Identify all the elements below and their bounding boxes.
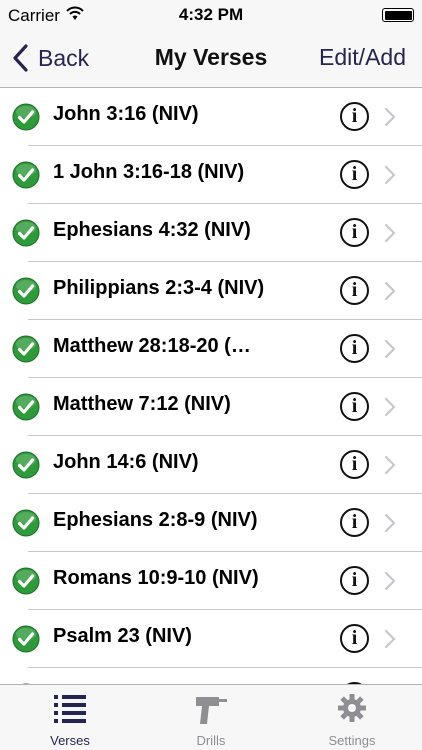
green-check-icon [12, 335, 40, 363]
drill-icon [196, 697, 227, 724]
verse-row[interactable]: John 3:16 (NIV) i [0, 88, 422, 146]
verse-row[interactable]: Romans 10:9-10 (NIV) i [0, 552, 422, 610]
battery-level [384, 10, 412, 20]
verse-row[interactable]: Philippians 2:3-4 (NIV) i [0, 262, 422, 320]
info-icon[interactable]: i [340, 392, 369, 421]
tab-settings[interactable]: Settings [282, 685, 422, 750]
verse-row[interactable]: i [0, 668, 422, 684]
verse-label: 1 John 3:16-18 (NIV) [53, 161, 245, 183]
green-check-icon [12, 509, 40, 537]
info-icon[interactable]: i [340, 276, 369, 305]
green-check-icon [12, 567, 40, 595]
info-icon[interactable]: i [340, 160, 369, 189]
back-button[interactable]: Back [12, 40, 89, 76]
verse-label: Matthew 7:12 (NIV) [53, 393, 231, 415]
chevron-right-icon [384, 397, 396, 417]
tab-verses-label: Verses [50, 733, 90, 748]
info-icon[interactable]: i [340, 624, 369, 653]
verse-row[interactable]: Matthew 28:18-20 (… i [0, 320, 422, 378]
info-icon[interactable]: i [340, 218, 369, 247]
verse-row[interactable]: John 14:6 (NIV) i [0, 436, 422, 494]
verse-row[interactable]: Ephesians 4:32 (NIV) i [0, 204, 422, 262]
tab-drills[interactable]: Drills [141, 685, 281, 750]
tab-drills-label: Drills [196, 733, 226, 748]
info-icon[interactable]: i [340, 102, 369, 131]
chevron-right-icon [384, 629, 396, 649]
chevron-right-icon [384, 455, 396, 475]
chevron-right-icon [384, 165, 396, 185]
info-icon[interactable]: i [340, 566, 369, 595]
green-check-icon [12, 625, 40, 653]
chevron-right-icon [384, 107, 396, 127]
verse-label: Philippians 2:3-4 (NIV) [53, 277, 265, 299]
verse-label: Matthew 28:18-20 (… [53, 335, 251, 357]
verse-list[interactable]: John 3:16 (NIV) i 1 John 3:16-18 (NIV) i Eph… [0, 88, 422, 684]
chevron-right-icon [384, 281, 396, 301]
verse-label: John 14:6 (NIV) [53, 451, 199, 473]
tab-bar: Verses Drills Settings [0, 684, 422, 750]
green-check-icon [12, 451, 40, 479]
chevron-right-icon [384, 339, 396, 359]
verse-row[interactable]: 1 John 3:16-18 (NIV) i [0, 146, 422, 204]
green-check-icon [12, 277, 40, 305]
verse-row[interactable]: Psalm 23 (NIV) i [0, 610, 422, 668]
chevron-right-icon [384, 571, 396, 591]
verse-label: John 3:16 (NIV) [53, 103, 199, 125]
tab-verses[interactable]: Verses [0, 685, 140, 750]
verse-label: Romans 10:9-10 (NIV) [53, 567, 259, 589]
back-label: Back [38, 44, 90, 71]
list-icon [54, 695, 86, 723]
green-check-icon [12, 219, 40, 247]
verse-row[interactable]: Ephesians 2:8-9 (NIV) i [0, 494, 422, 552]
verse-label: Ephesians 2:8-9 (NIV) [53, 509, 258, 531]
chevron-left-icon [13, 44, 28, 72]
tab-settings-label: Settings [328, 733, 376, 748]
info-icon[interactable]: i [340, 450, 369, 479]
chevron-right-icon [384, 513, 396, 533]
verse-row[interactable]: Matthew 7:12 (NIV) i [0, 378, 422, 436]
edit-add-button[interactable]: Edit/Add [319, 44, 406, 71]
green-check-icon [12, 393, 40, 421]
info-icon[interactable]: i [340, 334, 369, 363]
info-icon[interactable]: i [340, 508, 369, 537]
verse-label: Psalm 23 (NIV) [53, 625, 192, 647]
verse-label: Ephesians 4:32 (NIV) [53, 219, 251, 241]
status-bar: Carrier 4:32 PM [0, 0, 422, 30]
gear-icon [338, 694, 366, 722]
battery-icon [382, 8, 414, 22]
chevron-right-icon [384, 223, 396, 243]
navigation-bar: Back My Verses Edit/Add [0, 30, 422, 88]
green-check-icon [12, 161, 40, 189]
green-check-icon [12, 103, 40, 131]
status-time: 4:32 PM [178, 5, 244, 24]
